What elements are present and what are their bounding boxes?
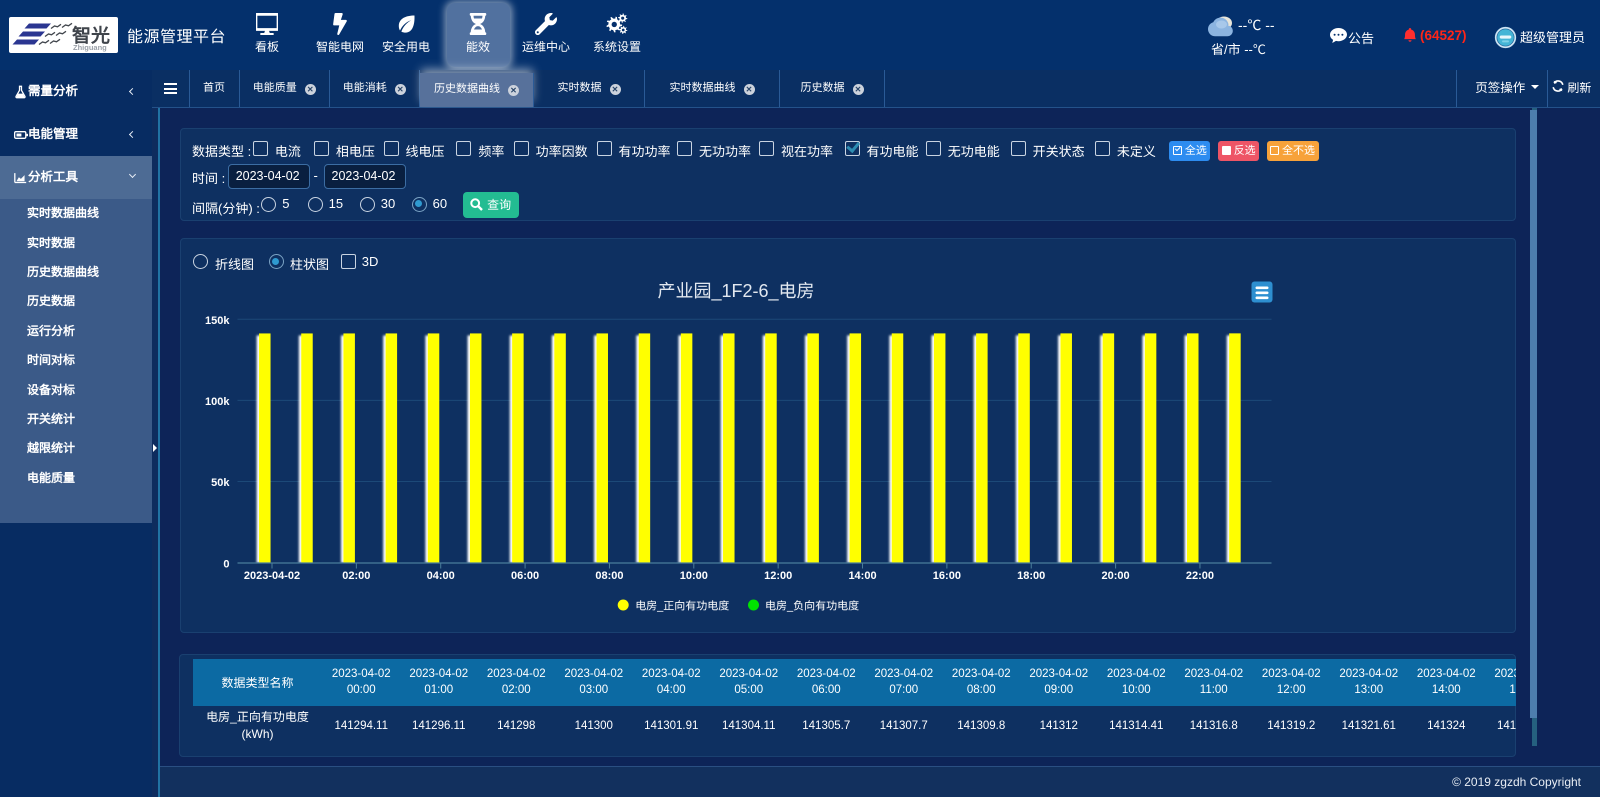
svg-text:08:00: 08:00	[595, 570, 623, 582]
svg-text:12:00: 12:00	[764, 570, 792, 582]
svg-text:02:00: 02:00	[342, 570, 370, 582]
svg-text:2023-04-02: 2023-04-02	[243, 570, 299, 582]
svg-text:50k: 50k	[211, 477, 230, 489]
svg-text:06:00: 06:00	[511, 570, 539, 582]
svg-text:0: 0	[223, 559, 229, 571]
svg-text:10:00: 10:00	[679, 570, 707, 582]
svg-text:18:00: 18:00	[1017, 570, 1045, 582]
svg-text:100k: 100k	[205, 396, 230, 408]
svg-text:20:00: 20:00	[1101, 570, 1129, 582]
svg-text:电房_负向有功电度: 电房_负向有功电度	[765, 600, 859, 613]
svg-text:04:00: 04:00	[426, 570, 454, 582]
svg-text:22:00: 22:00	[1185, 570, 1213, 582]
svg-text:电房_正向有功电度: 电房_正向有功电度	[635, 600, 729, 613]
svg-text:Zhiguang: Zhiguang	[73, 43, 107, 52]
svg-text:16:00: 16:00	[932, 570, 960, 582]
svg-text:150k: 150k	[205, 315, 230, 327]
svg-text:产业园_1F2-6_电房: 产业园_1F2-6_电房	[657, 281, 814, 302]
svg-text:14:00: 14:00	[848, 570, 876, 582]
